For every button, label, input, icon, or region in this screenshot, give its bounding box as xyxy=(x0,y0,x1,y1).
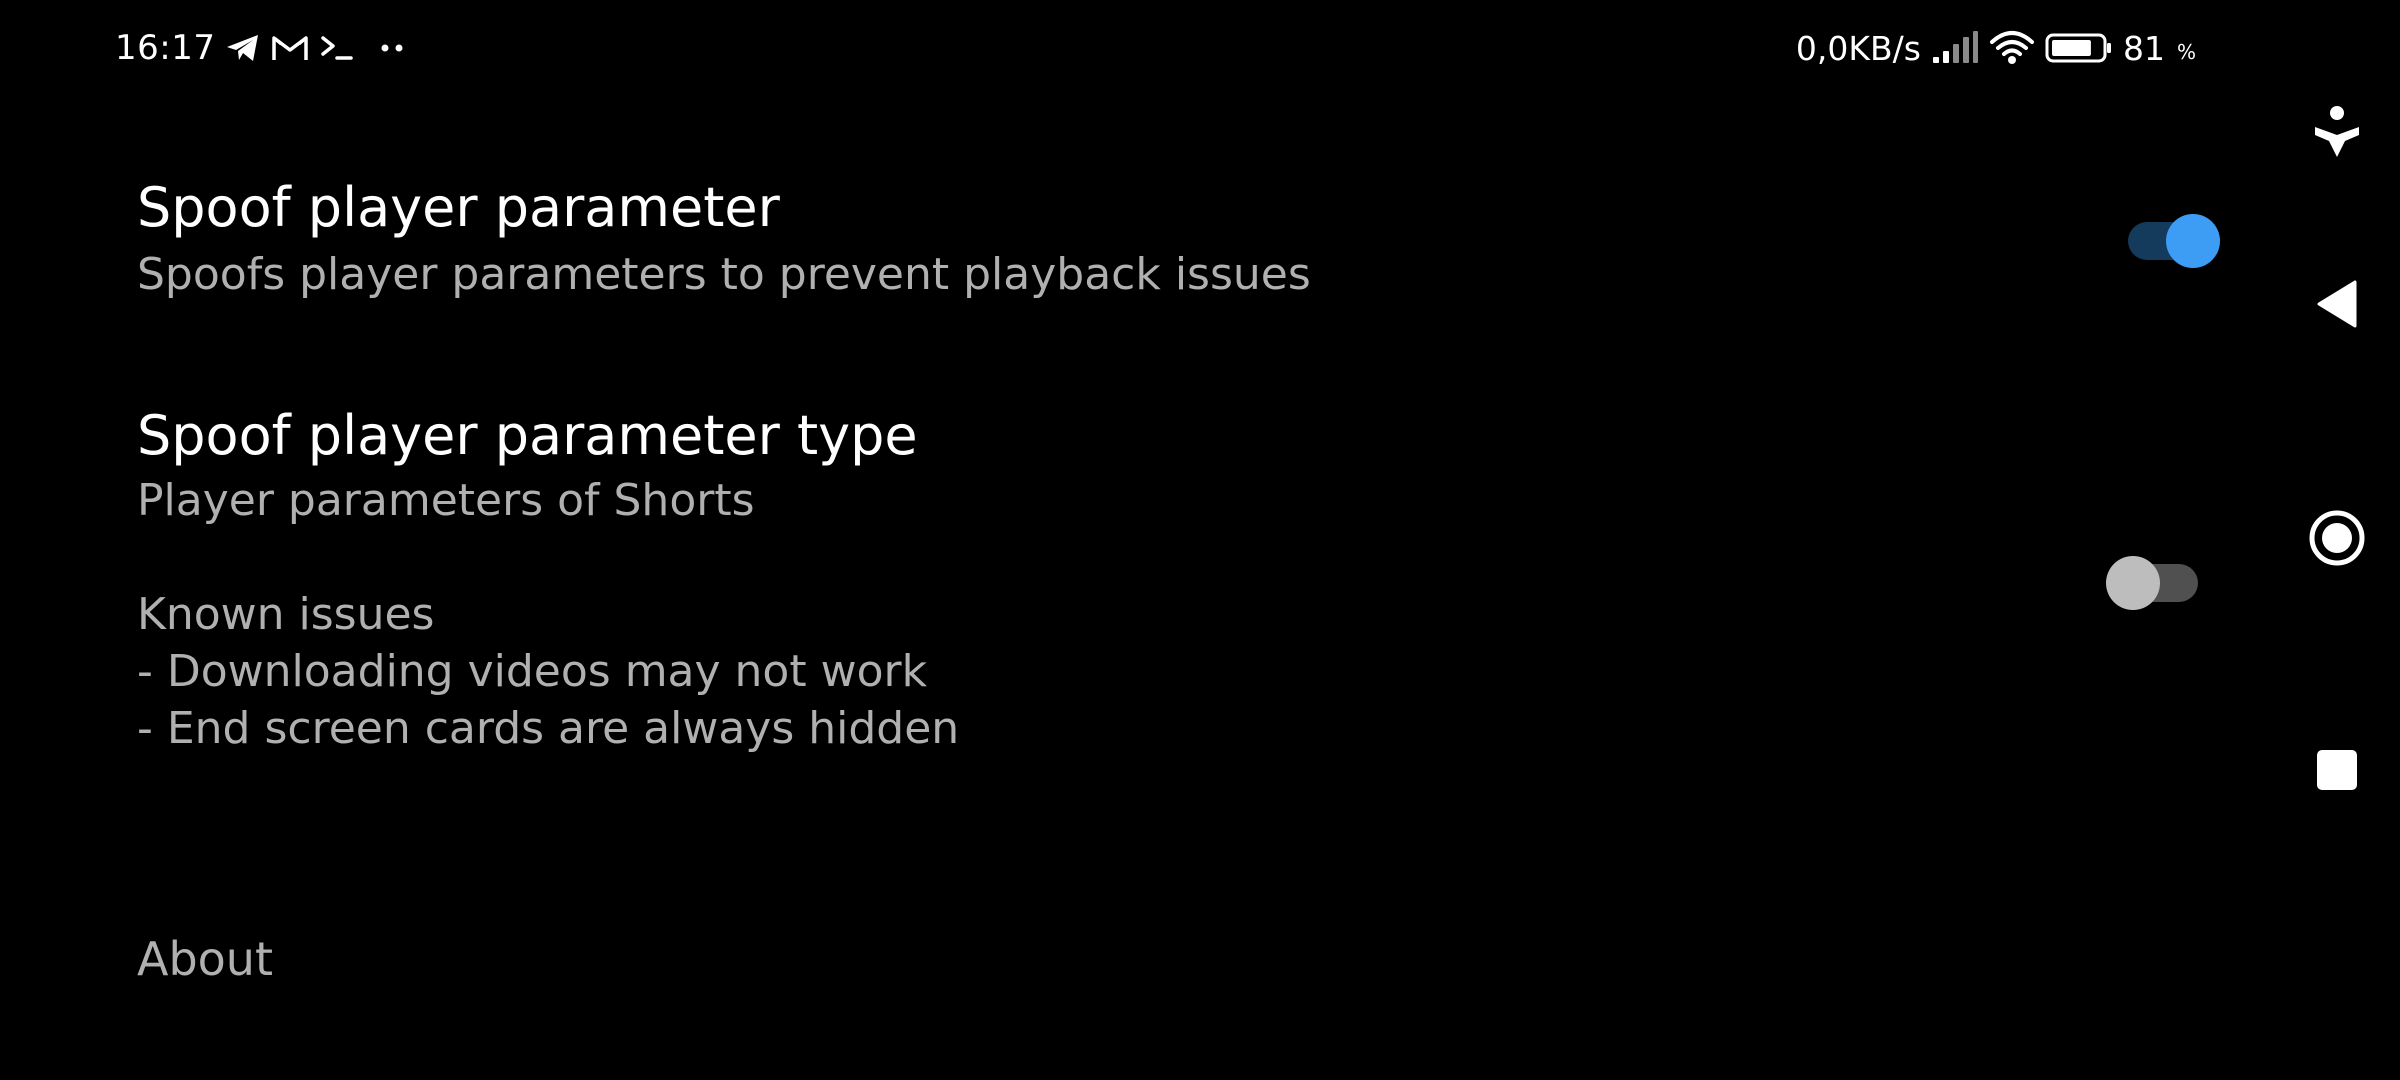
pref-summary: Player parameters of Shorts Known issues… xyxy=(137,475,960,754)
about-item[interactable]: About xyxy=(137,932,273,986)
network-speed: 0,0KB/s xyxy=(1795,28,1921,68)
home-button[interactable] xyxy=(2287,490,2387,590)
switch-thumb xyxy=(2166,214,2220,268)
pref-summary: Spoofs player parameters to prevent play… xyxy=(137,249,1311,300)
status-left: 16:17 xyxy=(115,26,407,70)
back-icon xyxy=(2315,279,2359,333)
pref-title: Spoof player parameter xyxy=(137,176,780,239)
telegram-icon xyxy=(225,28,261,68)
more-dots-icon xyxy=(379,28,407,68)
recents-button[interactable] xyxy=(2287,722,2387,822)
clock: 16:17 xyxy=(115,28,216,68)
terminal-icon xyxy=(319,28,355,68)
battery-percent: 81 xyxy=(2122,28,2165,68)
battery-icon xyxy=(2045,28,2113,68)
home-icon xyxy=(2307,508,2367,572)
settings-screen: 16:17 0,0KB/s 81 % Spoof player paramete… xyxy=(0,0,2400,1080)
switch-thumb xyxy=(2106,556,2160,610)
spoof-player-parameter-switch[interactable] xyxy=(2128,206,2220,268)
back-button[interactable] xyxy=(2287,256,2387,356)
status-bar: 16:17 0,0KB/s 81 % xyxy=(0,0,2250,96)
spoof-player-parameter-type-switch[interactable] xyxy=(2106,548,2200,610)
accessibility-icon xyxy=(2312,105,2362,165)
pref-title: Spoof player parameter type xyxy=(137,404,918,467)
wifi-icon xyxy=(1989,28,2035,68)
pref-spoof-player-parameter-type[interactable]: Spoof player parameter type Player param… xyxy=(0,378,2250,778)
pref-spoof-player-parameter[interactable]: Spoof player parameter Spoofs player par… xyxy=(0,150,2250,350)
signal-icon xyxy=(1931,28,1979,68)
status-right: 0,0KB/s 81 % xyxy=(1796,26,2196,70)
gmail-icon xyxy=(271,28,309,68)
accessibility-button[interactable] xyxy=(2287,85,2387,185)
recents-icon xyxy=(2315,748,2359,796)
battery-percent-unit: % xyxy=(2176,40,2196,64)
navigation-bar xyxy=(2270,0,2400,1080)
